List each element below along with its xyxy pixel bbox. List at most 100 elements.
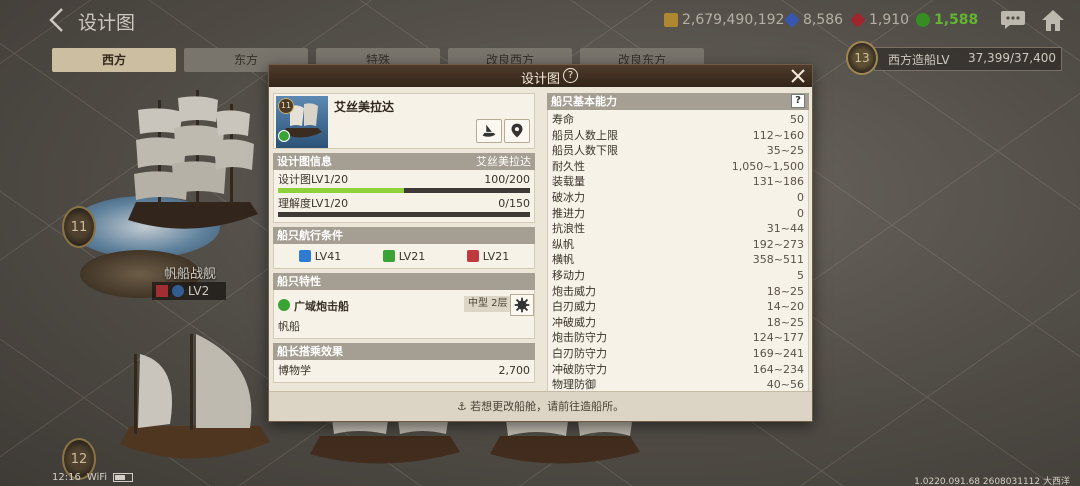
stat-label: 白刃防守力 xyxy=(552,346,607,360)
stat-value: 31~44 xyxy=(766,222,804,236)
close-icon xyxy=(791,69,805,83)
condition-trade: LV21 xyxy=(382,250,425,263)
stat-row: 白刃防守力 169~241 xyxy=(552,346,804,362)
stat-label: 白刃威力 xyxy=(552,300,596,314)
conditions-body: LV41 LV21 LV21 xyxy=(273,244,535,269)
stat-label: 横帆 xyxy=(552,253,574,267)
trait-icon xyxy=(278,299,290,311)
dialog-header: 设计图 ? xyxy=(269,65,812,87)
map-pin-icon xyxy=(511,123,523,138)
design-progress-bar xyxy=(278,188,530,193)
stat-row: 白刃威力 14~20 xyxy=(552,299,804,315)
stat-label: 推进力 xyxy=(552,206,585,220)
trait-name: 广域炮击船 xyxy=(294,300,349,313)
stat-row: 横帆 358~511 xyxy=(552,252,804,268)
stat-value: 124~177 xyxy=(752,331,804,345)
captain-effect-header: 船长搭乘效果 xyxy=(273,343,535,360)
stat-value: 18~25 xyxy=(766,284,804,298)
stat-row: 船员人数上限 112~160 xyxy=(552,128,804,144)
stat-row: 纵帆 192~273 xyxy=(552,237,804,253)
design-level-label: 设计图LV1/20 xyxy=(278,173,349,186)
ship-name: 艾丝美拉达 xyxy=(334,100,395,114)
dialog-footer: ⚓ 若想更改船舱，请前往造船所。 xyxy=(269,391,812,421)
captain-skill-value: 2,700 xyxy=(498,364,531,377)
trade-icon xyxy=(382,250,395,262)
conditions-header: 船只航行条件 xyxy=(273,227,535,244)
stat-value: 358~511 xyxy=(752,253,804,267)
stat-row: 破冰力 0 xyxy=(552,190,804,206)
ship-view-icon xyxy=(482,124,496,137)
stat-value: 169~241 xyxy=(752,346,804,360)
stat-row: 移动力 5 xyxy=(552,268,804,284)
understanding-progress-bar xyxy=(278,212,530,217)
stat-label: 破冰力 xyxy=(552,190,585,204)
ship-summary: 11 艾丝美拉达 xyxy=(273,93,535,149)
stat-value: 35~25 xyxy=(766,144,804,158)
location-button[interactable] xyxy=(504,119,530,143)
stat-row: 装载量 131~186 xyxy=(552,174,804,190)
stat-label: 纵帆 xyxy=(552,237,574,251)
trait-badge-icon xyxy=(278,130,290,142)
ship-structure-button[interactable] xyxy=(510,294,534,316)
dialog-title: 设计图 xyxy=(520,72,560,87)
stat-row: 物理防御 40~56 xyxy=(552,377,804,391)
design-progress-fill xyxy=(278,188,404,193)
stat-label: 冲破威力 xyxy=(552,315,596,329)
stat-value: 192~273 xyxy=(752,237,804,251)
stat-row: 冲破威力 18~25 xyxy=(552,315,804,331)
stat-label: 炮击防守力 xyxy=(552,331,607,345)
stat-value: 112~160 xyxy=(752,128,804,142)
abilities-help-button[interactable]: ? xyxy=(791,94,805,108)
stat-row: 船员人数下限 35~25 xyxy=(552,143,804,159)
captain-skill: 博物学 xyxy=(278,364,311,377)
stat-label: 船员人数上限 xyxy=(552,128,618,142)
stat-row: 冲破防守力 164~234 xyxy=(552,362,804,378)
stat-value: 18~25 xyxy=(766,315,804,329)
stat-row: 炮击防守力 124~177 xyxy=(552,330,804,346)
dialog-help-button[interactable]: ? xyxy=(563,68,578,83)
dialog-right-column[interactable]: 船只基本能力 ? 寿命 50 船员人数上限 112~160 船员人数下限 35~25 耐久性… xyxy=(547,93,809,391)
stat-row: 耐久性 1,050~1,500 xyxy=(552,159,804,175)
traits-body: 广域炮击船 中型 2层 帆船 xyxy=(273,290,535,339)
abilities-list: 寿命 50 船员人数上限 112~160 船员人数下限 35~25 耐久性 1,050~1,5… xyxy=(547,110,809,391)
battle-icon xyxy=(466,250,479,262)
stat-value: 0 xyxy=(797,190,804,204)
stat-label: 寿命 xyxy=(552,113,574,126)
close-button[interactable] xyxy=(788,66,808,86)
footer-hint: 若想更改船舱，请前往造船所。 xyxy=(470,400,625,413)
stat-row: 推进力 0 xyxy=(552,206,804,222)
dialog-left-column: 11 艾丝美拉达 设计图信息 艾丝美拉达 设计图LV1/20 100/200 理… xyxy=(273,93,535,383)
stat-value: 164~234 xyxy=(752,362,804,376)
understanding-level-value: 0/150 xyxy=(498,197,530,210)
stat-value: 50 xyxy=(790,113,804,126)
gear-icon xyxy=(514,297,530,313)
stat-value: 1,050~1,500 xyxy=(731,159,804,173)
thumb-level: 11 xyxy=(278,98,294,114)
shipyard-hint-icon: ⚓ xyxy=(456,400,471,413)
abilities-header: 船只基本能力 ? xyxy=(547,93,809,110)
ship-size-tag: 中型 2层 xyxy=(464,296,512,312)
stat-value: 14~20 xyxy=(766,300,804,314)
stat-value: 40~56 xyxy=(766,378,804,391)
design-level-value: 100/200 xyxy=(484,173,530,186)
stat-label: 物理防御 xyxy=(552,378,596,391)
stat-value: 0 xyxy=(797,206,804,220)
stat-label: 船员人数下限 xyxy=(552,144,618,158)
stat-label: 冲破防守力 xyxy=(552,362,607,376)
design-info-ship-name: 艾丝美拉达 xyxy=(476,155,531,168)
understanding-level-label: 理解度LV1/20 xyxy=(278,197,349,210)
stat-value: 131~186 xyxy=(752,175,804,189)
condition-adventure: LV41 xyxy=(298,250,341,263)
ship-preview-button[interactable] xyxy=(476,119,502,143)
stat-label: 耐久性 xyxy=(552,159,585,173)
stat-row: 抗浪性 31~44 xyxy=(552,221,804,237)
design-dialog: 设计图 ? 11 艾丝美拉达 设计图信息 艾丝美拉达 设计图LV1/20 100… xyxy=(268,64,813,422)
captain-effect-body: 博物学 2,700 xyxy=(273,360,535,383)
adventure-icon xyxy=(298,250,311,262)
ship-thumbnail: 11 xyxy=(276,96,328,148)
traits-header: 船只特性 xyxy=(273,273,535,290)
condition-battle: LV21 xyxy=(466,250,509,263)
stat-row: 寿命 50 xyxy=(552,112,804,128)
stat-label: 抗浪性 xyxy=(552,222,585,236)
stat-label: 装载量 xyxy=(552,175,585,189)
